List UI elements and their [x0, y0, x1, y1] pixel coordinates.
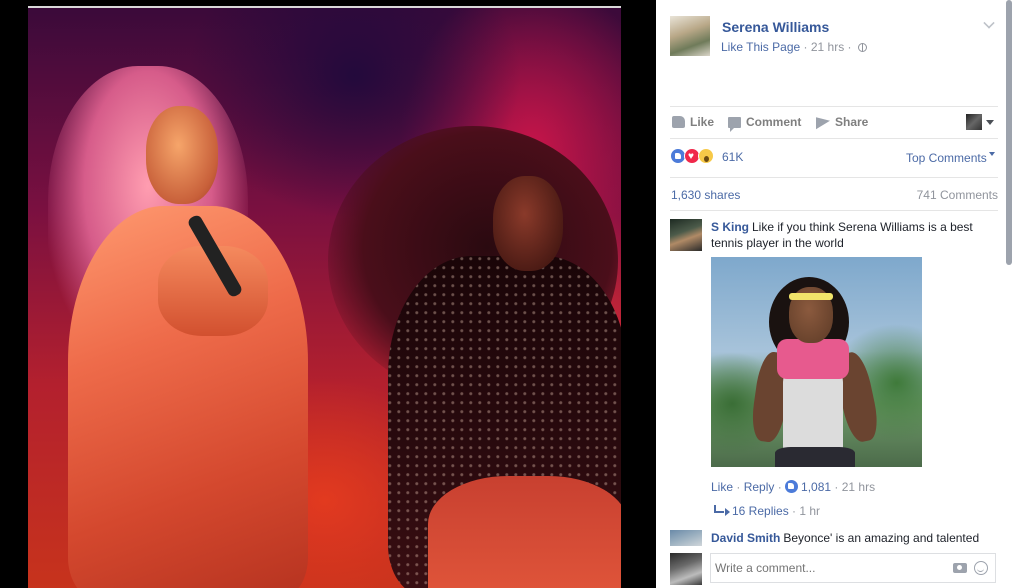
post-photo[interactable]: [28, 6, 621, 588]
globe-icon: [857, 43, 867, 52]
commenter-avatar[interactable]: [670, 530, 702, 546]
commenter-avatar[interactable]: [670, 219, 702, 251]
comment-icon: [728, 117, 741, 132]
action-bar: Like Comment Share: [670, 112, 1000, 134]
comment-like-count-icon: [785, 480, 799, 493]
thumbs-up-icon: [672, 116, 685, 128]
share-label: Share: [835, 115, 869, 129]
performer-left-face: [146, 106, 218, 204]
performer-right-face: [493, 176, 563, 271]
divider: [670, 138, 998, 139]
top-comments-label: Top Comments: [906, 151, 987, 165]
top-comments-dropdown[interactable]: Top Comments: [906, 151, 995, 165]
comment-body: David Smith Beyonce' is an amazing and ta…: [711, 530, 996, 546]
reply-arrow-icon: [714, 505, 730, 516]
scrollbar[interactable]: [1006, 0, 1012, 265]
athlete-skirt: [775, 447, 855, 467]
reaction-count[interactable]: 61K: [722, 150, 743, 164]
current-user-avatar: [670, 553, 702, 585]
comments-count[interactable]: 741 Comments: [917, 188, 998, 202]
view-replies-link[interactable]: 16 Replies: [732, 504, 789, 518]
performer-right-legs: [428, 476, 621, 588]
camera-icon[interactable]: [953, 563, 967, 573]
like-button[interactable]: Like: [672, 115, 714, 129]
page-avatar[interactable]: [670, 16, 710, 56]
comment-body: S King Like if you think Serena Williams …: [711, 219, 996, 251]
divider: [670, 177, 998, 178]
divider: [670, 210, 998, 211]
comment-author[interactable]: David Smith: [711, 531, 780, 545]
post-time[interactable]: 21 hrs: [811, 40, 844, 54]
comment-label: Comment: [746, 115, 802, 129]
share-as-avatar[interactable]: [966, 114, 982, 130]
athlete-towel: [777, 339, 849, 379]
wow-reaction-icon: [698, 148, 714, 164]
share-arrow-icon: [816, 114, 830, 130]
post-sidebar: Serena Williams Like This Page · 21 hrs …: [656, 0, 1012, 588]
comment-meta: Like · Reply · 1,081 · 21 hrs: [711, 480, 876, 494]
caret-down-icon: [988, 152, 995, 156]
post-meta: Like This Page · 21 hrs ·: [721, 40, 867, 54]
comment-button[interactable]: Comment: [728, 115, 802, 132]
like-label: Like: [690, 115, 715, 129]
comment-reply-link[interactable]: Reply: [744, 480, 775, 494]
comment-author[interactable]: S King: [711, 220, 749, 234]
comment-text: Like if you think Serena Williams is a b…: [711, 220, 973, 250]
meta-separator-2: ·: [844, 40, 855, 54]
comment-time[interactable]: 21 hrs: [842, 480, 875, 494]
shares-count[interactable]: 1,630 shares: [671, 188, 740, 202]
comment-like-count[interactable]: 1,081: [801, 480, 831, 494]
photo-top-edge: [28, 6, 621, 8]
photo-viewer: [0, 0, 656, 588]
comment-attached-photo[interactable]: [711, 257, 922, 467]
emoji-icon[interactable]: [974, 561, 988, 575]
comment-composer: [656, 550, 1012, 588]
comment-text: Beyonce' is an amazing and talented: [783, 531, 980, 545]
athlete-headband: [789, 293, 833, 300]
replies-time: 1 hr: [799, 504, 821, 518]
comment-replies: 16 Replies · 1 hr: [714, 504, 820, 518]
comment-like-link[interactable]: Like: [711, 480, 733, 494]
page-name-link[interactable]: Serena Williams: [722, 19, 829, 35]
post-options-chevron-icon[interactable]: [983, 17, 995, 29]
meta-separator: ·: [800, 40, 811, 54]
share-button[interactable]: Share: [816, 114, 869, 130]
like-page-link[interactable]: Like This Page: [721, 40, 800, 54]
share-as-caret-icon[interactable]: [986, 120, 994, 125]
divider: [670, 106, 998, 107]
